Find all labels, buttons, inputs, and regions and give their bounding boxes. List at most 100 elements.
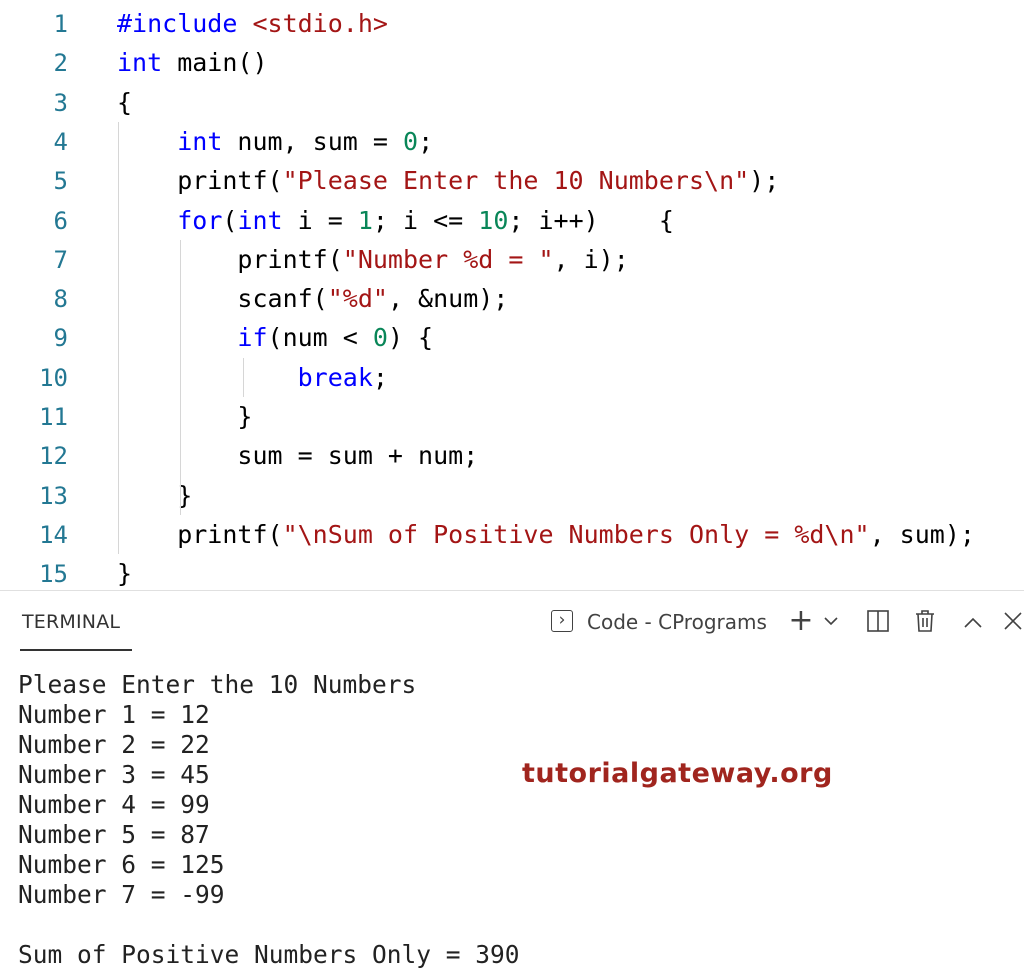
- code-token: "\nSum of Positive Numbers Only = %d\n": [282, 519, 870, 549]
- code-token: int: [177, 126, 223, 156]
- line-number: 5: [53, 167, 68, 196]
- code-line[interactable]: 12 sum = sum + num;: [0, 436, 1024, 476]
- line-number: 9: [53, 324, 68, 353]
- code-text: int num, sum = 0;: [117, 122, 433, 162]
- new-terminal-icon[interactable]: +: [786, 606, 816, 636]
- code-token: int: [237, 205, 283, 235]
- code-token: "Number %d = ": [342, 244, 554, 274]
- terminal-shell-label[interactable]: Code - CPrograms: [587, 610, 767, 634]
- line-number: 7: [53, 245, 68, 274]
- dropdown-chevron-icon[interactable]: [820, 606, 842, 636]
- code-token: printf(: [117, 519, 283, 549]
- code-line[interactable]: 4 int num, sum = 0;: [0, 122, 1024, 162]
- code-token: int: [117, 48, 163, 78]
- code-token: num, sum =: [222, 126, 403, 156]
- terminal-line: Number 7 = -99: [18, 880, 225, 909]
- line-number: 6: [53, 206, 68, 235]
- code-line[interactable]: 5 printf("Please Enter the 10 Numbers\n"…: [0, 161, 1024, 201]
- code-line[interactable]: 15}: [0, 554, 1024, 594]
- code-text: sum = sum + num;: [117, 436, 478, 476]
- split-terminal-icon[interactable]: [864, 606, 892, 636]
- terminal-line: Please Enter the 10 Numbers: [18, 670, 417, 699]
- trash-icon[interactable]: [911, 606, 939, 636]
- code-token: if: [237, 323, 268, 353]
- terminal-line: Number 6 = 125: [18, 850, 225, 879]
- terminal-output[interactable]: Please Enter the 10 Numbers Number 1 = 1…: [0, 670, 1024, 972]
- code-token: }: [117, 559, 133, 589]
- line-number: 3: [53, 88, 68, 117]
- code-token: 1: [357, 205, 373, 235]
- code-text: }: [117, 397, 252, 437]
- code-token: );: [749, 166, 780, 196]
- indent-guide: [180, 239, 181, 515]
- code-token: main(): [162, 48, 268, 78]
- code-token: , &num);: [387, 284, 509, 314]
- code-token: sum = sum + num;: [117, 441, 479, 471]
- line-number: 13: [39, 481, 68, 510]
- line-number: 11: [39, 403, 68, 431]
- line-number: 15: [39, 560, 68, 589]
- code-line[interactable]: 13 }: [0, 476, 1024, 516]
- code-text: printf("Please Enter the 10 Numbers\n");: [117, 161, 779, 201]
- code-editor[interactable]: 1 #include <stdio.h> 2 int main() 3{4 int nu…: [0, 0, 1024, 590]
- terminal-line: Number 1 = 12: [18, 700, 210, 729]
- code-line[interactable]: 7 printf("Number %d = ", i);: [0, 240, 1024, 280]
- code-token: 0: [372, 323, 388, 353]
- code-token: ; i <=: [372, 205, 479, 235]
- code-token: {: [117, 87, 133, 117]
- terminal-line: Number 5 = 87: [18, 820, 210, 849]
- code-token: , i);: [553, 244, 629, 274]
- close-icon[interactable]: [1002, 606, 1024, 636]
- line-number: 4: [53, 127, 68, 156]
- code-text: printf("Number %d = ", i);: [117, 240, 629, 280]
- code-line[interactable]: 3{: [0, 83, 1024, 123]
- code-token: i =: [282, 205, 358, 235]
- code-token: printf(: [117, 244, 343, 274]
- code-line[interactable]: 1 #include <stdio.h>: [0, 4, 1024, 44]
- code-line[interactable]: 2 int main(): [0, 43, 1024, 83]
- code-token: }: [117, 402, 253, 431]
- code-token: #include: [117, 9, 253, 38]
- code-text: int main(): [117, 43, 268, 83]
- line-number: 14: [39, 520, 68, 549]
- line-number: 8: [53, 285, 68, 314]
- code-token: (: [222, 205, 238, 235]
- code-text: printf("\nSum of Positive Numbers Only =…: [117, 515, 975, 555]
- terminal-line: Number 4 = 99: [18, 790, 210, 819]
- code-text: for(int i = 1; i <= 10; i++) {: [117, 201, 674, 241]
- terminal-icon[interactable]: ›: [551, 610, 573, 632]
- line-number: 12: [39, 442, 68, 471]
- tab-terminal[interactable]: TERMINAL: [22, 611, 120, 633]
- code-line[interactable]: 14 printf("\nSum of Positive Numbers Onl…: [0, 515, 1024, 555]
- watermark: tutorialgateway.org: [522, 758, 833, 789]
- code-token: 10: [478, 205, 509, 235]
- line-number: 2: [53, 49, 68, 78]
- code-token: ; i++) {: [508, 205, 674, 235]
- code-token: break: [297, 362, 373, 392]
- code-text: scanf("%d", &num);: [117, 279, 508, 319]
- code-line[interactable]: 9 if(num < 0) {: [0, 318, 1024, 358]
- active-tab-indicator: [20, 649, 132, 651]
- code-token: scanf(: [117, 284, 328, 314]
- code-text: #include <stdio.h>: [117, 4, 388, 44]
- line-number: 10: [39, 363, 68, 392]
- code-token: 0: [403, 126, 419, 156]
- code-text: if(num < 0) {: [117, 318, 433, 358]
- terminal-line: Number 3 = 45: [18, 760, 210, 789]
- code-line[interactable]: 8 scanf("%d", &num);: [0, 279, 1024, 319]
- code-token: ;: [372, 362, 388, 392]
- code-token: for: [177, 205, 223, 235]
- code-text: }: [117, 554, 132, 594]
- code-line[interactable]: 10 break;: [0, 358, 1024, 398]
- code-token: ;: [418, 126, 434, 156]
- maximize-chevron-icon[interactable]: [960, 606, 986, 636]
- code-line[interactable]: 6 for(int i = 1; i <= 10; i++) {: [0, 201, 1024, 241]
- code-token: (num <: [267, 323, 373, 353]
- terminal-line: Sum of Positive Numbers Only = 390: [18, 940, 520, 969]
- code-line[interactable]: 11 }: [0, 397, 1024, 437]
- code-token: "%d": [327, 284, 388, 314]
- code-token: printf(: [117, 166, 283, 196]
